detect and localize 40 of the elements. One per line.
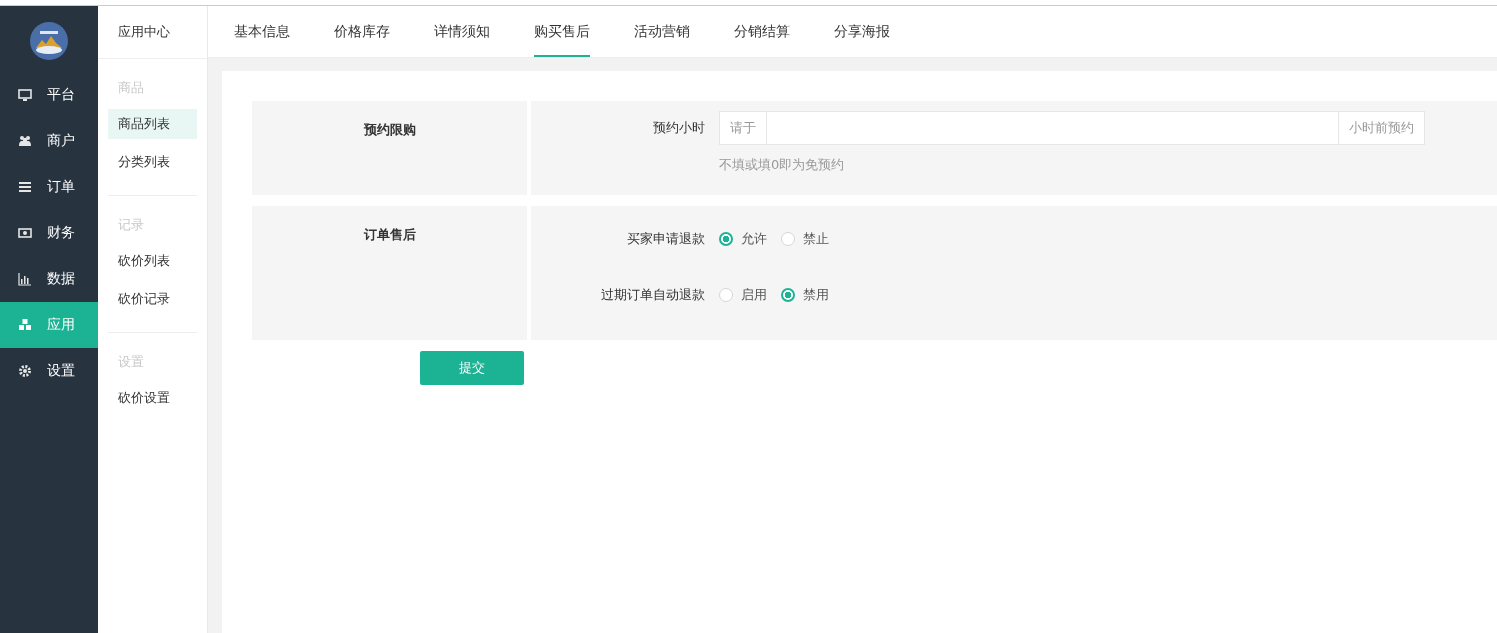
nav-item[interactable]: 平台 [0,72,98,118]
menu-item[interactable]: 砍价设置 [108,383,197,413]
radio-label: 禁止 [803,230,829,248]
settings-icon [18,364,32,378]
tab[interactable]: 价格库存 [334,6,390,57]
section-title: 预约限购 [252,101,527,195]
list-icon [18,180,32,194]
menu-item[interactable]: 砍价记录 [108,284,197,314]
tab[interactable]: 详情须知 [434,6,490,57]
radio-button[interactable] [719,232,733,246]
radio-button[interactable] [719,288,733,302]
help-text: 不填或填0即为免预约 [719,156,846,174]
radio-label: 允许 [741,230,767,248]
bar-chart-icon [18,272,32,286]
radio-button[interactable] [781,232,795,246]
tab[interactable]: 分享海报 [834,6,890,57]
nav-item[interactable]: 商户 [0,118,98,164]
nav-item[interactable]: 设置 [0,348,98,394]
radio-label: 启用 [741,286,767,304]
menu-item[interactable]: 商品列表 [108,109,197,139]
monitor-icon [18,88,32,102]
panel-title: 应用中心 [98,6,207,59]
tab[interactable]: 分销结算 [734,6,790,57]
users-icon [18,134,32,148]
tab[interactable]: 基本信息 [234,6,290,57]
radio-label: 禁用 [803,286,829,304]
tab[interactable]: 活动营销 [634,6,690,57]
field-label: 过期订单自动退款 [600,286,706,304]
nav-item[interactable]: 订单 [0,164,98,210]
nav-item[interactable]: 财务 [0,210,98,256]
section-title: 订单售后 [252,206,527,340]
logo-icon [30,22,68,60]
menu-item[interactable]: 分类列表 [108,147,197,177]
radio-button[interactable] [781,288,795,302]
field-label: 预约小时 [652,119,706,137]
cubes-icon [18,318,32,332]
field-label: 买家申请退款 [626,230,706,248]
banknote-icon [18,226,32,240]
nav-item[interactable]: 数据 [0,256,98,302]
menu-item[interactable]: 砍价列表 [108,246,197,276]
